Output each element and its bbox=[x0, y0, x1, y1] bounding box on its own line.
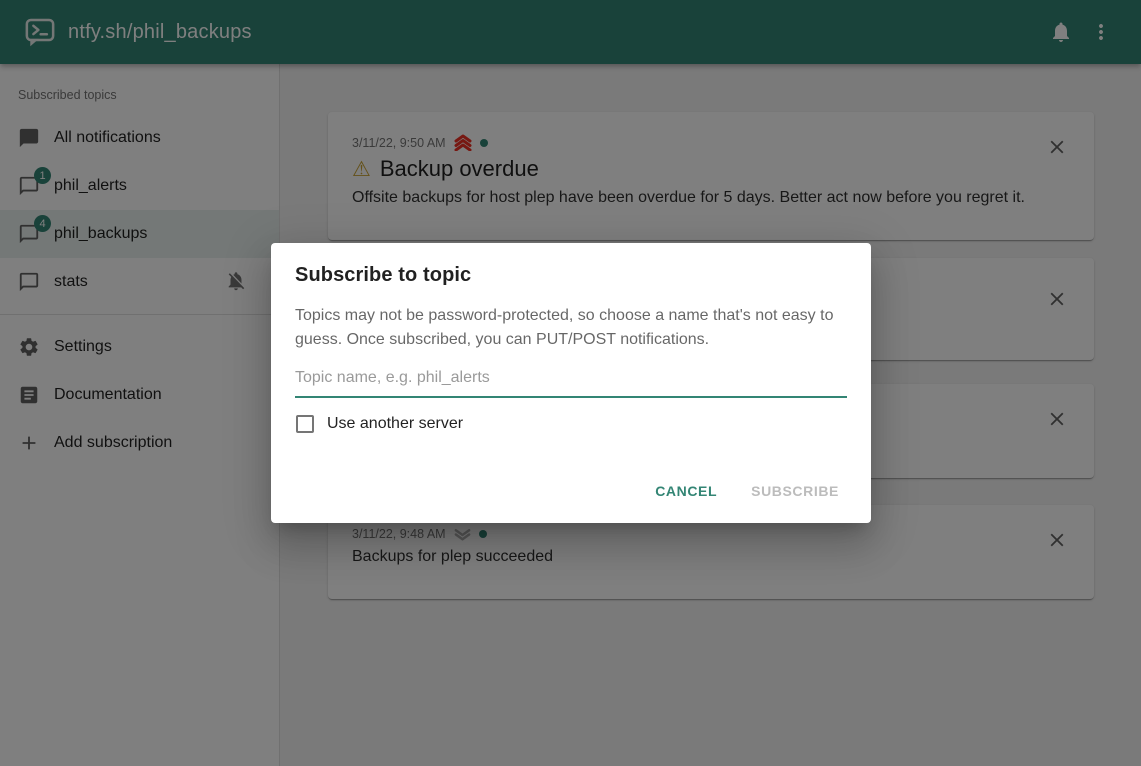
checkbox-box-icon bbox=[296, 415, 314, 433]
checkbox-label: Use another server bbox=[327, 415, 463, 433]
dialog-title: Subscribe to topic bbox=[295, 264, 847, 287]
cancel-button[interactable]: CANCEL bbox=[647, 475, 725, 507]
subscribe-dialog: Subscribe to topic Topics may not be pas… bbox=[271, 243, 871, 523]
use-another-server-checkbox[interactable]: Use another server bbox=[295, 415, 847, 433]
subscribe-button[interactable]: SUBSCRIBE bbox=[743, 475, 847, 507]
topic-name-input[interactable] bbox=[295, 365, 847, 398]
dialog-actions: CANCEL SUBSCRIBE bbox=[295, 475, 847, 515]
ntfy-app: ntfy.sh/phil_backups Subscribed topics A… bbox=[0, 0, 1141, 766]
dialog-description: Topics may not be password-protected, so… bbox=[295, 304, 847, 352]
